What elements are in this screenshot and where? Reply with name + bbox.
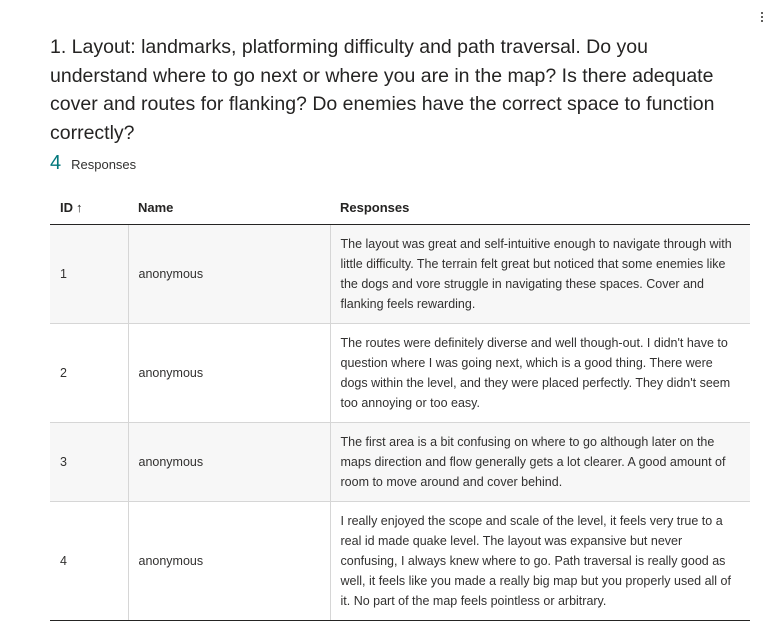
cell-name: anonymous (127, 501, 330, 621)
table-row: 4 anonymous I really enjoyed the scope a… (50, 501, 750, 621)
sort-ascending-icon[interactable]: ↑ (76, 200, 83, 215)
cell-name: anonymous (127, 422, 330, 502)
cell-response: I really enjoyed the scope and scale of … (329, 501, 750, 621)
column-header-id[interactable]: ID ↑ (50, 191, 128, 225)
more-options-icon[interactable] (761, 12, 764, 22)
cell-id: 2 (50, 323, 128, 423)
cell-name: anonymous (127, 323, 330, 423)
cell-id: 3 (50, 422, 128, 502)
column-header-name[interactable]: Name (128, 191, 330, 225)
cell-response: The routes were definitely diverse and w… (329, 323, 750, 423)
dot (761, 16, 763, 18)
cell-response: The layout was great and self-intuitive … (329, 224, 750, 324)
dot (761, 20, 763, 22)
cell-name: anonymous (127, 224, 330, 324)
column-header-responses[interactable]: Responses (330, 191, 750, 225)
question-title: 1. Layout: landmarks, platforming diffic… (50, 36, 715, 144)
response-summary: 4 Responses (50, 152, 136, 175)
table-header-row: ID ↑ Name Responses (50, 191, 750, 225)
responses-table: ID ↑ Name Responses 1 anonymous The layou… (50, 191, 750, 621)
table-row: 3 anonymous The first area is a bit conf… (50, 422, 750, 502)
cell-id: 1 (50, 224, 128, 324)
cell-response: The first area is a bit confusing on whe… (329, 422, 750, 502)
cell-id: 4 (50, 501, 128, 621)
response-count-label: Responses (71, 157, 137, 172)
table-row: 1 anonymous The layout was great and sel… (50, 224, 750, 324)
dot (761, 12, 763, 14)
table-row: 2 anonymous The routes were definitely d… (50, 323, 750, 423)
response-count: 4 (50, 152, 62, 174)
column-header-id-label: ID (60, 200, 73, 215)
